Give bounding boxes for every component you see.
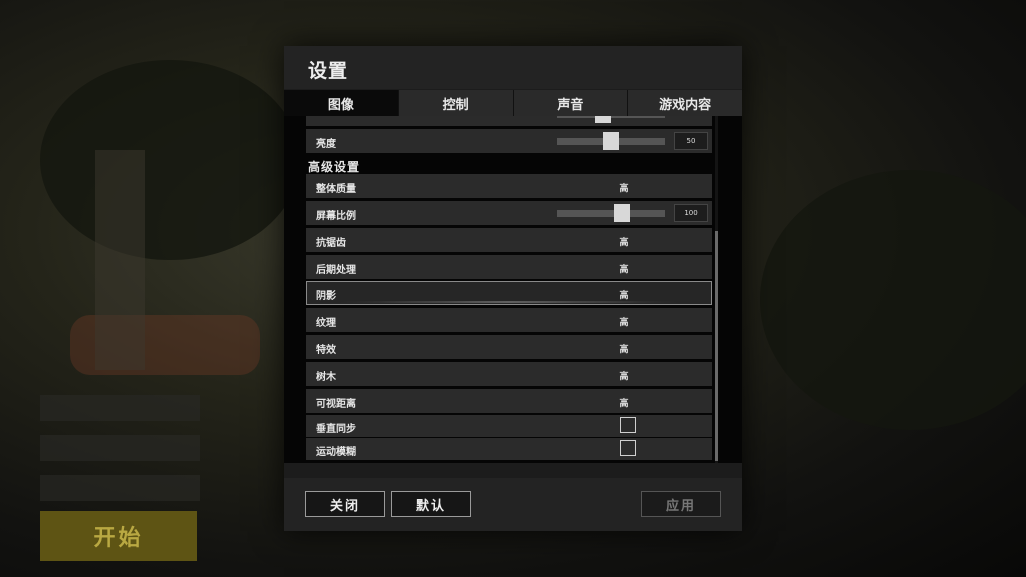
setting-row-texture[interactable]: 纹理 高 <box>306 308 712 332</box>
dialog-footer: 关闭 默认 应用 <box>284 478 742 531</box>
brightness-label: 亮度 <box>316 139 336 150</box>
default-button[interactable]: 默认 <box>391 491 471 517</box>
brightness-slider-thumb[interactable] <box>603 132 619 150</box>
dialog-title: 设置 <box>308 60 349 82</box>
tab-controls[interactable]: 控制 <box>397 90 513 116</box>
post-processing-value[interactable]: 高 <box>619 262 628 275</box>
effects-label: 特效 <box>316 345 336 356</box>
settings-scrollbar[interactable] <box>715 116 718 463</box>
anti-aliasing-value[interactable]: 高 <box>619 235 628 248</box>
brightness-slider[interactable] <box>557 132 665 150</box>
brightness-value-input[interactable]: 50 <box>674 132 708 150</box>
settings-dialog: 设置 图像 控制 声音 游戏内容 亮度 50 高级设置 整体质量 高 屏幕比例 <box>284 46 742 531</box>
advanced-settings-heading: 高级设置 <box>308 160 361 174</box>
screen-scale-value-input[interactable]: 100 <box>674 204 708 222</box>
background-field <box>40 475 200 501</box>
tab-gameplay[interactable]: 游戏内容 <box>627 90 742 116</box>
setting-row-cut <box>306 116 712 126</box>
settings-tabs: 图像 控制 声音 游戏内容 <box>284 90 742 116</box>
tab-audio[interactable]: 声音 <box>512 90 628 116</box>
screen-scale-slider-thumb[interactable] <box>614 204 630 222</box>
close-button[interactable]: 关闭 <box>305 491 385 517</box>
setting-row-view-distance[interactable]: 可视距离 高 <box>306 389 712 413</box>
apply-button[interactable]: 应用 <box>641 491 721 517</box>
shadows-label: 阴影 <box>316 291 336 302</box>
screen-scale-label: 屏幕比例 <box>316 211 356 222</box>
motion-blur-checkbox[interactable] <box>620 440 636 456</box>
foliage-label: 树木 <box>316 372 336 383</box>
background-tree <box>40 60 300 260</box>
vsync-label: 垂直同步 <box>316 424 356 435</box>
screen-scale-slider[interactable] <box>557 204 665 222</box>
background-field <box>40 395 200 421</box>
effects-value[interactable]: 高 <box>619 342 628 355</box>
tab-graphics[interactable]: 图像 <box>284 90 398 116</box>
shadows-value[interactable]: 高 <box>619 288 628 301</box>
setting-row-overall-quality[interactable]: 整体质量 高 <box>306 174 712 198</box>
start-button[interactable]: 开始 <box>40 511 197 561</box>
texture-value[interactable]: 高 <box>619 315 628 328</box>
anti-aliasing-label: 抗锯齿 <box>316 238 346 249</box>
foliage-value[interactable]: 高 <box>619 369 628 382</box>
overall-quality-label: 整体质量 <box>316 184 356 195</box>
overall-quality-value[interactable]: 高 <box>619 181 628 194</box>
motion-blur-label: 运动模糊 <box>316 447 356 458</box>
post-processing-label: 后期处理 <box>316 265 356 276</box>
setting-row-anti-aliasing[interactable]: 抗锯齿 高 <box>306 228 712 252</box>
setting-row-effects[interactable]: 特效 高 <box>306 335 712 359</box>
setting-row-shadows[interactable]: 阴影 高 <box>306 281 712 305</box>
background-field <box>40 435 200 461</box>
setting-row-brightness[interactable]: 亮度 50 <box>306 129 712 153</box>
view-distance-value[interactable]: 高 <box>619 396 628 409</box>
setting-row-foliage[interactable]: 树木 高 <box>306 362 712 386</box>
slider-thumb[interactable] <box>595 116 611 123</box>
background-tower <box>95 150 145 370</box>
texture-label: 纹理 <box>316 318 336 329</box>
background-tree <box>760 170 1026 430</box>
setting-row-motion-blur[interactable]: 运动模糊 <box>306 438 712 460</box>
selection-highlight <box>336 301 682 303</box>
setting-row-post-processing[interactable]: 后期处理 高 <box>306 255 712 279</box>
scrollbar-thumb[interactable] <box>715 231 718 461</box>
slider-track[interactable] <box>557 116 665 123</box>
dialog-header: 设置 <box>284 46 742 89</box>
settings-list[interactable]: 亮度 50 高级设置 整体质量 高 屏幕比例 100 抗锯齿 高 后期处理 高 <box>284 116 742 463</box>
view-distance-label: 可视距离 <box>316 399 356 410</box>
vsync-checkbox[interactable] <box>620 417 636 433</box>
setting-row-screen-scale[interactable]: 屏幕比例 100 <box>306 201 712 225</box>
setting-row-vsync[interactable]: 垂直同步 <box>306 415 712 437</box>
